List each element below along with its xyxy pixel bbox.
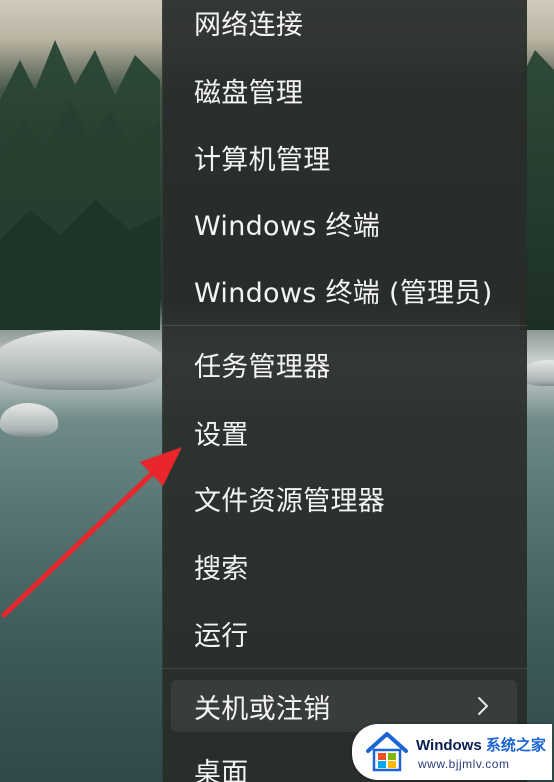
watermark-url: www.bjjmlv.com [418,757,510,771]
watermark-brand-accent: 系统之家 [485,737,546,754]
chevron-right-icon [478,697,488,715]
menu-item-label: 计算机管理 [194,144,331,176]
menu-item-file-explorer[interactable]: 文件资源管理器 [171,472,517,524]
site-watermark: Windows 系统之家 www.bjjmlv.com [352,724,552,780]
menu-item-label: Windows 终端 (管理员) [194,277,493,309]
watermark-brand: Windows 系统之家 [416,734,546,755]
menu-item-label: 网络连接 [194,9,304,41]
winx-context-menu: 网络连接 磁盘管理 计算机管理 Windows 终端 Windows 终端 (管… [162,0,527,782]
menu-separator [163,325,527,326]
screenshot-stage: 网络连接 磁盘管理 计算机管理 Windows 终端 Windows 终端 (管… [0,0,554,782]
house-logo-icon [366,732,408,772]
menu-item-label: 搜索 [194,553,249,585]
watermark-brand-text: Windows [416,737,482,754]
menu-item-computer-management[interactable]: 计算机管理 [171,131,517,183]
menu-item-label: 桌面 [194,757,249,782]
menu-item-run[interactable]: 运行 [171,607,517,659]
menu-item-label: Windows 终端 [194,210,381,242]
menu-item-label: 磁盘管理 [194,77,304,109]
menu-item-disk-management[interactable]: 磁盘管理 [171,64,517,116]
menu-item-label: 关机或注销 [194,693,331,725]
menu-item-settings[interactable]: 设置 [171,406,517,458]
menu-item-windows-terminal-admin[interactable]: Windows 终端 (管理员) [171,264,517,316]
menu-item-windows-terminal[interactable]: Windows 终端 [171,197,517,249]
menu-item-task-manager[interactable]: 任务管理器 [171,338,517,390]
menu-item-label: 设置 [194,419,249,451]
menu-item-label: 运行 [194,620,249,652]
rock-left [0,330,165,390]
menu-separator [163,668,527,669]
menu-item-label: 文件资源管理器 [194,485,386,517]
menu-item-label: 任务管理器 [194,351,331,383]
menu-item-search[interactable]: 搜索 [171,540,517,592]
menu-item-network-connections[interactable]: 网络连接 [171,0,517,48]
